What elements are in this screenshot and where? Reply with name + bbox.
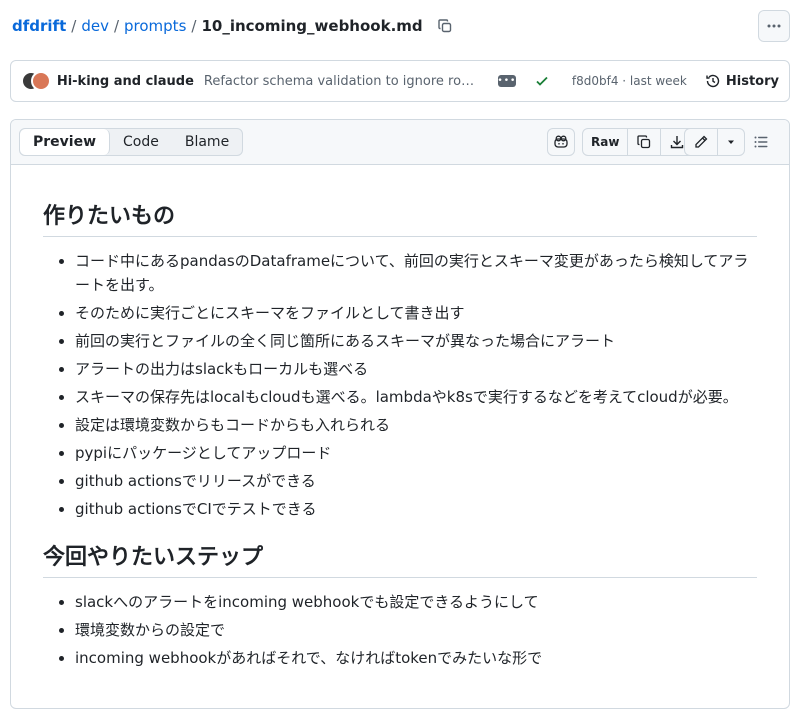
breadcrumb-dev-link[interactable]: dev [81,17,109,35]
commit-sha-time[interactable]: f8d0bf4 · last week [572,74,687,88]
expand-commit-message-button[interactable]: ••• [497,75,517,87]
list-item: 設定は環境変数からもコードからも入れられる [75,413,757,437]
latest-commit-bar: Hi-king and claude Refactor schema valid… [10,60,790,102]
raw-button[interactable]: Raw [583,129,627,155]
check-status[interactable] [534,73,550,89]
kebab-horizontal-icon [767,24,781,28]
commit-authors[interactable]: Hi-king and claude [57,74,194,89]
copilot-button[interactable] [547,128,575,156]
file-toolbar: Preview Code Blame Raw [11,120,789,165]
steps-list: slackへのアラートをincoming webhookでも設定できるようにして… [43,590,757,670]
breadcrumb-prompts-link[interactable]: prompts [124,17,186,35]
triangle-down-icon [728,140,734,144]
copy-path-button[interactable] [433,14,457,38]
list-unordered-icon [754,136,768,148]
list-item: 環境変数からの設定で [75,618,757,642]
copy-icon [637,135,651,149]
more-options-button[interactable] [758,10,790,42]
avatar [31,71,51,91]
author-avatars[interactable] [21,71,51,91]
breadcrumb-separator: / [113,17,120,35]
markdown-body: 作りたいもの コード中にあるpandasのDataframeについて、前回の実行… [11,198,789,670]
list-item: incoming webhookがあればそれで、なければtokenでみたいな形で [75,646,757,670]
tab-blame[interactable]: Blame [172,129,242,155]
list-item: スキーマの保存先はlocalもcloudも選べる。lambdaやk8sで実行する… [75,385,757,409]
commit-message-link[interactable]: Refactor schema validation to ignore row… [204,74,484,89]
tab-code[interactable]: Code [110,129,172,155]
file-viewer: Preview Code Blame Raw 作りたいもの • コード中にあるp… [10,119,790,709]
tab-preview[interactable]: Preview [20,129,111,155]
breadcrumb-separator: / [71,17,77,35]
edit-button-group [684,128,745,156]
list-item: コード中にあるpandasのDataframeについて、前回の実行とスキーマ変更… [75,249,757,297]
list-item: アラートの出力はslackもローカルも選べる [75,357,757,381]
pencil-icon [695,135,708,148]
section-heading: 今回やりたいステップ [43,539,757,578]
raw-copy-download-group: Raw [582,128,695,156]
breadcrumb-owner-link[interactable]: dfdrift [12,17,66,35]
breadcrumb-file-name: 10_incoming_webhook.md [201,17,423,35]
edit-file-button[interactable] [685,129,717,155]
ellipsis-icon: ••• [497,75,517,86]
history-button[interactable]: History [705,73,779,89]
requirements-list: コード中にあるpandasのDataframeについて、前回の実行とスキーマ変更… [43,249,757,521]
list-item: github actionsでリリースができる [75,469,757,493]
list-item: slackへのアラートをincoming webhookでも設定できるようにして [75,590,757,614]
section-heading: 作りたいもの [43,198,757,237]
list-item: 前回の実行とファイルの全く同じ箇所にあるスキーマが異なった場合にアラート [75,329,757,353]
copilot-icon [554,135,568,148]
list-item: そのために実行ごとにスキーマをファイルとして書き出す [75,301,757,325]
breadcrumb: dfdrift / dev / prompts / 10_incoming_we… [12,14,457,38]
check-icon [536,76,548,86]
outline-button[interactable] [753,134,769,154]
view-mode-tabs: Preview Code Blame [19,128,244,156]
history-label: History [725,73,779,89]
history-icon [706,74,720,88]
edit-dropdown-button[interactable] [717,129,744,155]
list-item: pypiにパッケージとしてアップロード [75,441,757,465]
list-item: github actionsでCIでテストできる [75,497,757,521]
breadcrumb-separator: / [191,17,197,35]
copy-icon [437,19,451,33]
copy-raw-button[interactable] [627,129,660,155]
